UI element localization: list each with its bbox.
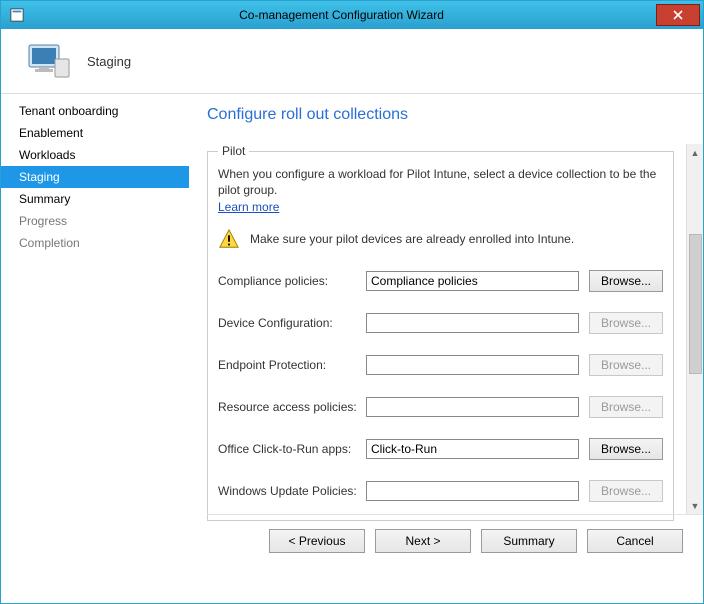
row-compliance-policies: Compliance policies: Browse... — [218, 270, 663, 292]
sidebar-item-completion[interactable]: Completion — [1, 232, 189, 254]
previous-button[interactable]: < Previous — [269, 529, 365, 553]
scroll-down-button[interactable]: ▼ — [687, 497, 703, 514]
browse-resource-access-policies: Browse... — [589, 396, 663, 418]
next-button[interactable]: Next > — [375, 529, 471, 553]
row-endpoint-protection: Endpoint Protection: Browse... — [218, 354, 663, 376]
content-area: Staging Tenant onboarding Enablement Wor… — [1, 29, 703, 603]
label-endpoint-protection: Endpoint Protection: — [218, 358, 366, 372]
sidebar-item-workloads[interactable]: Workloads — [1, 144, 189, 166]
input-compliance-policies[interactable] — [366, 271, 579, 291]
row-resource-access-policies: Resource access policies: Browse... — [218, 396, 663, 418]
row-windows-update-policies: Windows Update Policies: Browse... — [218, 480, 663, 502]
browse-device-configuration: Browse... — [589, 312, 663, 334]
scroll-up-button[interactable]: ▲ — [687, 144, 703, 161]
computer-icon — [25, 41, 73, 81]
label-office-click-to-run: Office Click-to-Run apps: — [218, 442, 366, 456]
browse-endpoint-protection: Browse... — [589, 354, 663, 376]
summary-button[interactable]: Summary — [481, 529, 577, 553]
banner: Staging — [1, 29, 703, 93]
pilot-legend: Pilot — [218, 144, 249, 158]
scroll-wrap: Pilot When you configure a workload for … — [207, 144, 703, 514]
page-title: Staging — [87, 54, 131, 69]
main-heading: Configure roll out collections — [207, 106, 703, 124]
titlebar: Co-management Configuration Wizard — [1, 1, 703, 29]
sidebar-item-enablement[interactable]: Enablement — [1, 122, 189, 144]
app-icon — [7, 5, 27, 25]
warning-row: Make sure your pilot devices are already… — [218, 228, 663, 250]
sidebar-item-staging[interactable]: Staging — [1, 166, 189, 188]
sidebar: Tenant onboarding Enablement Workloads S… — [1, 94, 189, 603]
pilot-description: When you configure a workload for Pilot … — [218, 166, 663, 198]
main-panel: Configure roll out collections Pilot Whe… — [189, 94, 703, 603]
window-title: Co-management Configuration Wizard — [27, 8, 656, 22]
input-windows-update-policies[interactable] — [366, 481, 579, 501]
browse-office-click-to-run[interactable]: Browse... — [589, 438, 663, 460]
footer-buttons: < Previous Next > Summary Cancel — [207, 514, 703, 566]
label-compliance-policies: Compliance policies: — [218, 274, 366, 288]
sidebar-item-progress[interactable]: Progress — [1, 210, 189, 232]
warning-icon — [218, 228, 240, 250]
wizard-window: Co-management Configuration Wizard Stagi… — [0, 0, 704, 604]
form-area: Pilot When you configure a workload for … — [207, 144, 686, 514]
input-resource-access-policies[interactable] — [366, 397, 579, 417]
sidebar-item-tenant-onboarding[interactable]: Tenant onboarding — [1, 100, 189, 122]
body: Tenant onboarding Enablement Workloads S… — [1, 93, 703, 603]
browse-windows-update-policies: Browse... — [589, 480, 663, 502]
learn-more-link[interactable]: Learn more — [218, 200, 279, 214]
vertical-scrollbar[interactable]: ▲ ▼ — [686, 144, 703, 514]
row-office-click-to-run: Office Click-to-Run apps: Browse... — [218, 438, 663, 460]
input-office-click-to-run[interactable] — [366, 439, 579, 459]
warning-text: Make sure your pilot devices are already… — [250, 232, 574, 246]
browse-compliance-policies[interactable]: Browse... — [589, 270, 663, 292]
label-device-configuration: Device Configuration: — [218, 316, 366, 330]
row-device-configuration: Device Configuration: Browse... — [218, 312, 663, 334]
label-windows-update-policies: Windows Update Policies: — [218, 484, 366, 498]
input-endpoint-protection[interactable] — [366, 355, 579, 375]
cancel-button[interactable]: Cancel — [587, 529, 683, 553]
label-resource-access-policies: Resource access policies: — [218, 400, 366, 414]
sidebar-item-summary[interactable]: Summary — [1, 188, 189, 210]
close-button[interactable] — [656, 4, 700, 26]
input-device-configuration[interactable] — [366, 313, 579, 333]
pilot-group: Pilot When you configure a workload for … — [207, 144, 674, 521]
scroll-thumb[interactable] — [689, 234, 702, 374]
